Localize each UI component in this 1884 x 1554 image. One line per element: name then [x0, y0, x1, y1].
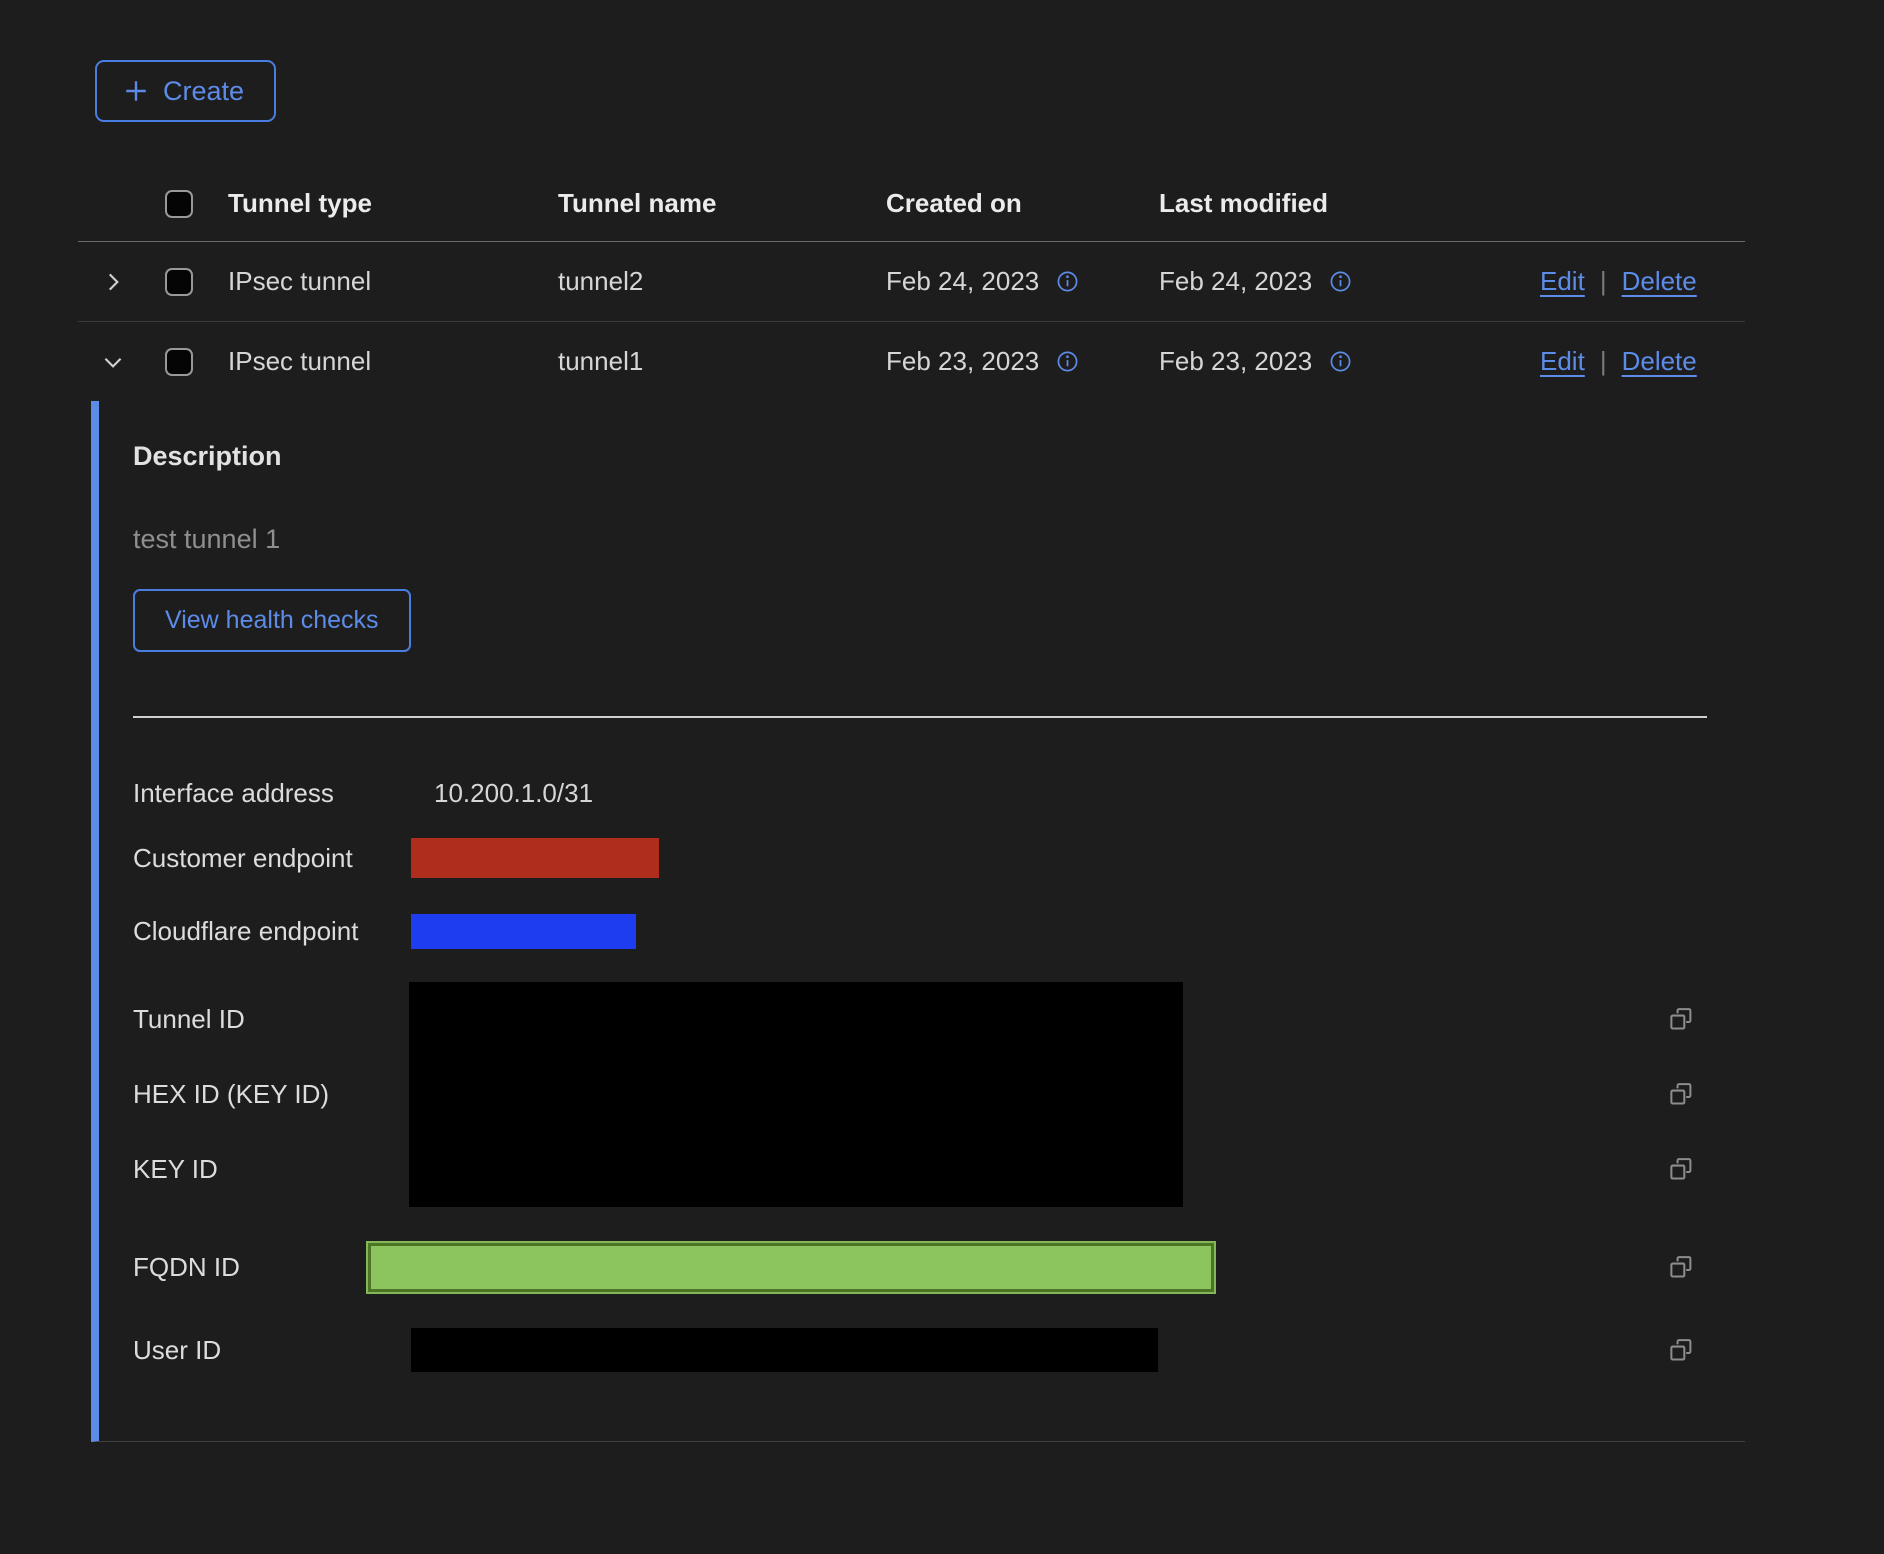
select-all-checkbox[interactable]: [165, 190, 193, 218]
copy-user-id-button[interactable]: [1668, 1337, 1695, 1364]
tunnels-table: Tunnel type Tunnel name Created on Last …: [78, 168, 1745, 1442]
chevron-right-icon: [100, 269, 126, 295]
customer-endpoint-label: Customer endpoint: [133, 843, 411, 874]
action-separator: |: [1600, 346, 1607, 377]
hex-id-label: HEX ID (KEY ID): [133, 1079, 329, 1110]
key-id-row: KEY ID: [133, 1132, 1745, 1207]
last-modified-cell: Feb 24, 2023: [1159, 266, 1312, 297]
user-id-row: User ID: [133, 1328, 1745, 1372]
copy-icon: [1668, 1337, 1695, 1364]
info-icon[interactable]: [1329, 270, 1352, 293]
table-row: IPsec tunnel tunnel2 Feb 24, 2023 Feb 24…: [78, 242, 1745, 322]
row-checkbox[interactable]: [165, 268, 193, 296]
info-icon[interactable]: [1329, 350, 1352, 373]
copy-tunnel-id-button[interactable]: [1668, 1006, 1695, 1033]
fqdn-id-redacted-value: [368, 1243, 1214, 1292]
edit-link[interactable]: Edit: [1540, 266, 1585, 297]
delete-link[interactable]: Delete: [1622, 266, 1697, 297]
fqdn-id-row: FQDN ID: [133, 1243, 1745, 1292]
expand-row-button[interactable]: [100, 269, 126, 295]
tunnel-type-cell: IPsec tunnel: [228, 266, 558, 297]
copy-fqdn-id-button[interactable]: [1668, 1254, 1695, 1281]
tunnel-details-panel: Description test tunnel 1 View health ch…: [91, 401, 1745, 1442]
cloudflare-endpoint-label: Cloudflare endpoint: [133, 916, 411, 947]
tunnel-type-cell: IPsec tunnel: [228, 346, 558, 377]
tunnel-name-cell: tunnel2: [558, 266, 886, 297]
cloudflare-endpoint-redacted-value: [411, 914, 636, 949]
column-header-tunnel-name: Tunnel name: [558, 188, 886, 219]
interface-address-label: Interface address: [133, 778, 411, 809]
create-button-label: Create: [163, 75, 244, 107]
collapse-row-button[interactable]: [100, 349, 126, 375]
create-button[interactable]: Create: [95, 60, 276, 122]
copy-icon: [1668, 1254, 1695, 1281]
user-id-redacted-value: [411, 1328, 1158, 1372]
edit-link[interactable]: Edit: [1540, 346, 1585, 377]
interface-address-value: 10.200.1.0/31: [434, 778, 593, 809]
table-row: IPsec tunnel tunnel1 Feb 23, 2023 Feb 23…: [78, 322, 1745, 401]
row-checkbox[interactable]: [165, 348, 193, 376]
tunnel-name-cell: tunnel1: [558, 346, 886, 377]
copy-hex-id-button[interactable]: [1668, 1081, 1695, 1108]
description-value: test tunnel 1: [133, 524, 1745, 555]
plus-icon: [123, 78, 149, 104]
interface-address-row: Interface address 10.200.1.0/31: [133, 778, 1745, 809]
description-label: Description: [133, 441, 1745, 472]
created-on-cell: Feb 23, 2023: [886, 346, 1039, 377]
tunnel-ids-group: Tunnel ID HEX ID (KEY ID): [133, 982, 1745, 1207]
cloudflare-endpoint-row: Cloudflare endpoint: [133, 914, 1745, 949]
action-separator: |: [1600, 266, 1607, 297]
customer-endpoint-row: Customer endpoint: [133, 838, 1745, 878]
customer-endpoint-redacted-value: [411, 838, 659, 878]
table-header-row: Tunnel type Tunnel name Created on Last …: [78, 168, 1745, 242]
view-health-checks-button[interactable]: View health checks: [133, 589, 411, 652]
copy-icon: [1668, 1081, 1695, 1108]
info-icon[interactable]: [1056, 270, 1079, 293]
tunnel-id-label: Tunnel ID: [133, 1004, 245, 1035]
created-on-cell: Feb 24, 2023: [886, 266, 1039, 297]
chevron-down-icon: [100, 349, 126, 375]
tunnel-id-row: Tunnel ID: [133, 982, 1745, 1057]
column-header-created-on: Created on: [886, 188, 1159, 219]
column-header-tunnel-type: Tunnel type: [228, 188, 558, 219]
info-icon[interactable]: [1056, 350, 1079, 373]
copy-key-id-button[interactable]: [1668, 1156, 1695, 1183]
column-header-last-modified: Last modified: [1159, 188, 1540, 219]
user-id-label: User ID: [133, 1335, 411, 1366]
delete-link[interactable]: Delete: [1622, 346, 1697, 377]
last-modified-cell: Feb 23, 2023: [1159, 346, 1312, 377]
copy-icon: [1668, 1156, 1695, 1183]
copy-icon: [1668, 1006, 1695, 1033]
hex-id-row: HEX ID (KEY ID): [133, 1057, 1745, 1132]
key-id-label: KEY ID: [133, 1154, 218, 1185]
section-divider: [133, 716, 1707, 718]
